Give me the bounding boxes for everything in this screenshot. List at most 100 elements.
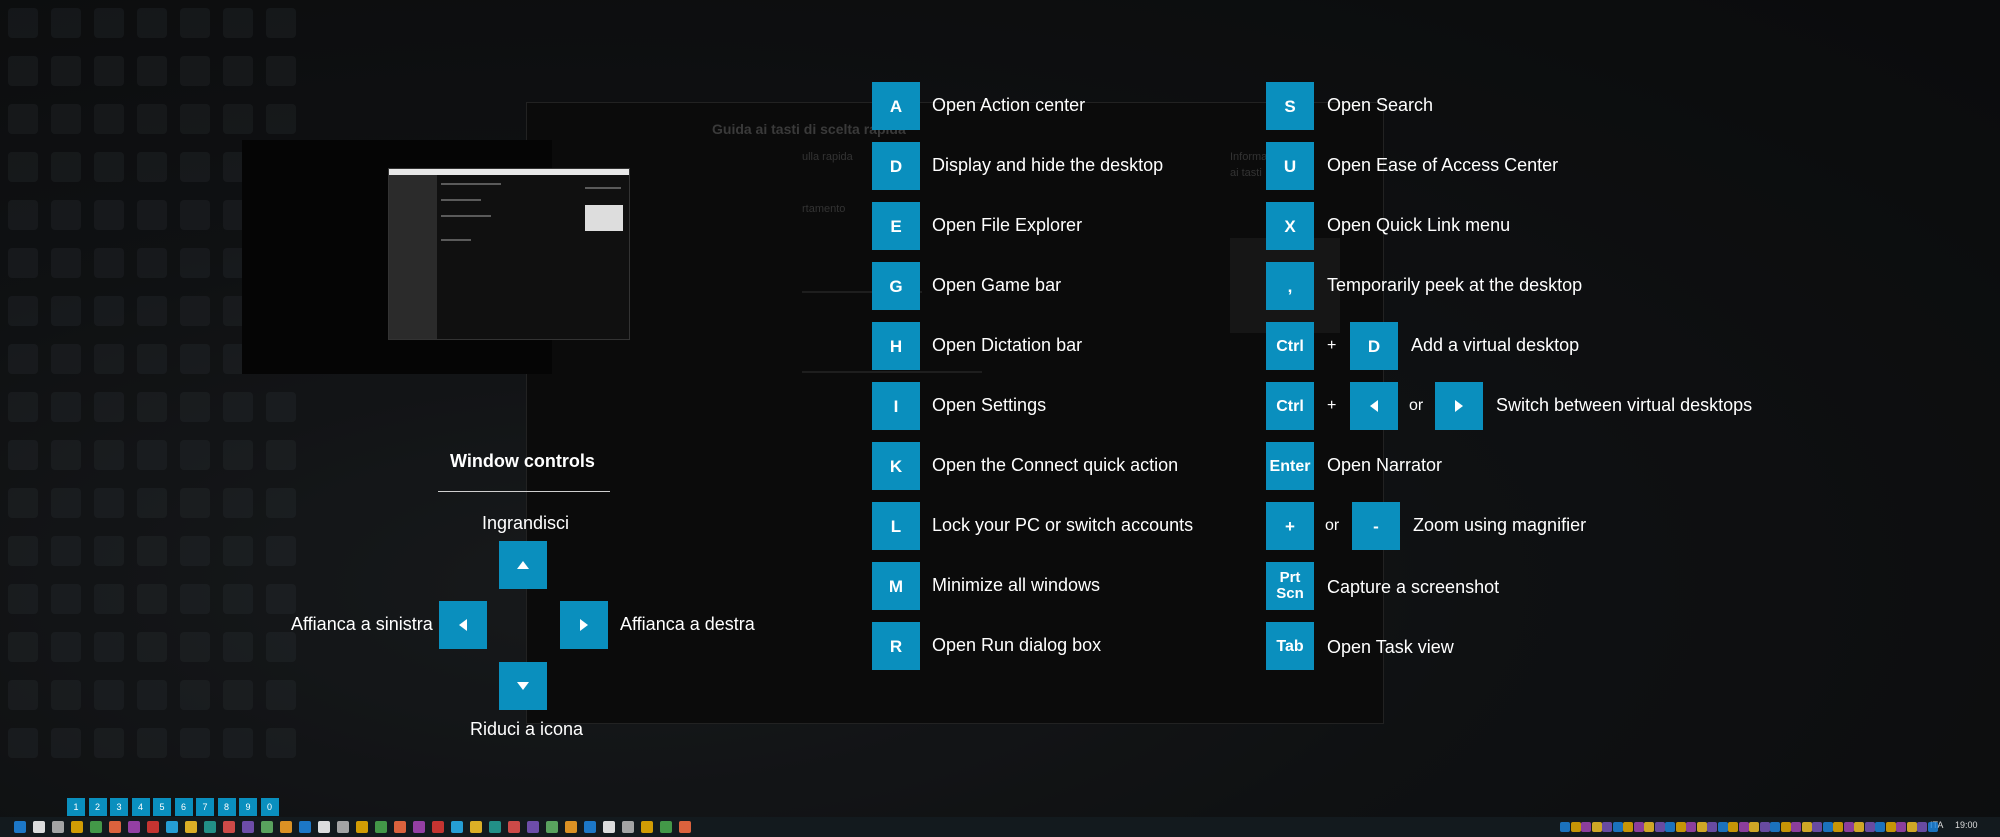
tray-icon[interactable] — [1875, 822, 1885, 832]
taskbar-app-icon[interactable] — [641, 821, 653, 833]
tray-icon[interactable] — [1644, 822, 1654, 832]
tray-icon[interactable] — [1885, 822, 1896, 832]
minimize-arrow-button[interactable] — [499, 662, 547, 710]
tray-icon[interactable] — [1560, 822, 1570, 832]
tray-icon[interactable] — [1780, 822, 1791, 832]
taskbar-app-icon[interactable] — [128, 821, 140, 833]
tray-icon[interactable] — [1612, 822, 1623, 832]
tray-icon[interactable] — [1843, 822, 1854, 832]
taskbar-app-icon[interactable] — [584, 821, 596, 833]
desktop-number-button[interactable]: 4 — [131, 798, 150, 816]
taskbar-app-icon[interactable] — [356, 821, 368, 833]
window-thumbnail[interactable] — [388, 168, 630, 340]
taskbar-app-icon[interactable] — [679, 821, 691, 833]
taskbar-app-icon[interactable] — [394, 821, 406, 833]
tray-icon[interactable] — [1591, 822, 1602, 832]
key-minus: - — [1352, 502, 1400, 550]
snap-right-arrow-button[interactable] — [560, 601, 608, 649]
tray-icon[interactable] — [1623, 822, 1633, 832]
tray-icon[interactable] — [1864, 822, 1875, 832]
tray-icon[interactable] — [1665, 822, 1675, 832]
or-separator: or — [1325, 517, 1340, 534]
taskbar-app-icon[interactable] — [166, 821, 178, 833]
taskbar-app-icon[interactable] — [185, 821, 197, 833]
taskbar-app-icon[interactable] — [432, 821, 444, 833]
desktop-number-button[interactable]: 7 — [196, 798, 214, 816]
tray-icon[interactable] — [1801, 822, 1812, 832]
taskbar-app-icon[interactable] — [280, 821, 292, 833]
maximize-arrow-button[interactable] — [499, 541, 547, 589]
key-h: H — [872, 322, 920, 370]
taskbar-app-icon[interactable] — [660, 821, 672, 833]
taskbar-app-icon[interactable] — [52, 821, 64, 833]
tray-icon[interactable] — [1749, 822, 1759, 832]
tray-icon[interactable] — [1917, 822, 1927, 832]
taskbar-app-icon[interactable] — [565, 821, 577, 833]
background-window-line — [802, 371, 982, 373]
tray-icon[interactable] — [1696, 822, 1707, 832]
desktop-number-button[interactable]: 5 — [153, 798, 171, 816]
desktop-number-button[interactable]: 9 — [239, 798, 257, 816]
taskbar-app-icon[interactable] — [14, 821, 26, 833]
taskbar-app-icon[interactable] — [603, 821, 615, 833]
taskbar-app-icon[interactable] — [413, 821, 425, 833]
taskbar-app-icon[interactable] — [299, 821, 311, 833]
maximize-label: Ingrandisci — [482, 513, 570, 533]
taskbar-clock[interactable]: 19:00 — [1955, 820, 1978, 830]
left-arrow-icon — [459, 619, 467, 631]
snap-right-label: Affianca a destra — [620, 614, 755, 634]
taskbar-app-icon[interactable] — [109, 821, 121, 833]
taskbar-app-icon[interactable] — [470, 821, 482, 833]
thumbnail-line — [441, 215, 491, 217]
taskbar-app-icon[interactable] — [242, 821, 254, 833]
taskbar-app-icon[interactable] — [33, 821, 45, 833]
tray-icon[interactable] — [1906, 822, 1917, 832]
desktop-number-button[interactable]: 2 — [88, 798, 107, 816]
taskbar-app-icon[interactable] — [527, 821, 539, 833]
taskbar-app-icon[interactable] — [337, 821, 349, 833]
tray-icon[interactable] — [1633, 822, 1644, 832]
tray-icon[interactable] — [1833, 822, 1843, 832]
tray-icon[interactable] — [1812, 822, 1822, 832]
shortcut-label: Lock your PC or switch accounts — [932, 515, 1194, 535]
tray-icon[interactable] — [1654, 822, 1665, 832]
key-ctrl: Ctrl — [1266, 322, 1314, 370]
desktop-number-button[interactable]: 6 — [174, 798, 193, 816]
desktop-number-button[interactable]: 1 — [67, 798, 85, 816]
key-r: R — [872, 622, 920, 670]
taskbar-app-icon[interactable] — [622, 821, 634, 833]
tray-icon[interactable] — [1896, 822, 1906, 832]
taskbar-app-icon[interactable] — [204, 821, 216, 833]
tray-icon[interactable] — [1717, 822, 1728, 832]
taskbar-app-icon[interactable] — [489, 821, 501, 833]
up-arrow-icon — [517, 561, 529, 569]
taskbar-app-icon[interactable] — [451, 821, 463, 833]
taskbar-app-icon[interactable] — [90, 821, 102, 833]
taskbar-app-icon[interactable] — [223, 821, 235, 833]
tray-icon[interactable] — [1675, 822, 1686, 832]
taskbar-app-icon[interactable] — [546, 821, 558, 833]
desktop-number-button[interactable]: 3 — [110, 798, 128, 816]
tray-icon[interactable] — [1791, 822, 1801, 832]
tray-icon[interactable] — [1570, 822, 1581, 832]
taskbar-app-icon[interactable] — [508, 821, 520, 833]
desktop-number-button[interactable]: 8 — [217, 798, 236, 816]
tray-icon[interactable] — [1581, 822, 1591, 832]
snap-left-arrow-button[interactable] — [439, 601, 487, 649]
taskbar-app-icon[interactable] — [71, 821, 83, 833]
tray-icon[interactable] — [1822, 822, 1833, 832]
tray-icon[interactable] — [1854, 822, 1864, 832]
tray-icon[interactable] — [1686, 822, 1696, 832]
taskbar-app-icon[interactable] — [261, 821, 273, 833]
tray-icon[interactable] — [1927, 822, 1938, 832]
taskbar-app-icon[interactable] — [147, 821, 159, 833]
taskbar-app-icon[interactable] — [375, 821, 387, 833]
tray-icon[interactable] — [1759, 822, 1770, 832]
tray-icon[interactable] — [1728, 822, 1738, 832]
tray-icon[interactable] — [1738, 822, 1749, 832]
desktop-number-button[interactable]: 0 — [260, 798, 279, 816]
taskbar-app-icon[interactable] — [318, 821, 330, 833]
tray-icon[interactable] — [1770, 822, 1780, 832]
tray-icon[interactable] — [1707, 822, 1717, 832]
tray-icon[interactable] — [1602, 822, 1612, 832]
